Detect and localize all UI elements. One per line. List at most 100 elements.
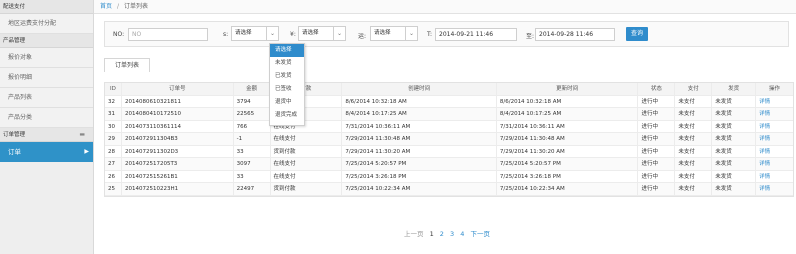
cell-order-no: 2014073110361114 (122, 120, 234, 132)
dropdown-option[interactable]: 请选择 (270, 44, 304, 57)
sidebar-item-label: 订单 (8, 148, 21, 156)
column-header[interactable]: 发货 (712, 83, 757, 95)
sidebar-item-quote-target[interactable]: 报价对象 (0, 48, 93, 68)
detail-link[interactable]: 详情 (756, 121, 793, 133)
tab-order-list[interactable]: 订单列表 (104, 58, 150, 72)
order-no-input[interactable]: NO (128, 28, 208, 41)
sidebar-section-orders[interactable]: 订单管理 ▬ (0, 128, 93, 142)
cell-created-time: 8/4/2014 10:17:25 AM (342, 108, 497, 120)
cell-amount: 33 (234, 170, 271, 182)
status-select[interactable]: 请选择 ⌄ (370, 26, 418, 41)
cell-created-time: 8/6/2014 10:32:18 AM (342, 95, 497, 107)
cell-updated-time: 8/6/2014 10:32:18 AM (497, 95, 639, 107)
cell-payment: 未支付 (675, 145, 713, 157)
breadcrumb-home-link[interactable]: 首页 (100, 3, 112, 10)
prev-page-button[interactable]: 上一页 (404, 230, 424, 238)
cell-amount: 766 (234, 120, 271, 132)
column-header[interactable]: 支付 (675, 83, 713, 95)
dropdown-option[interactable]: 已签收 (270, 83, 304, 96)
cell-order-no: 2014072517205T3 (122, 158, 234, 170)
column-header[interactable]: 创建时间 (342, 83, 497, 95)
table-row[interactable]: 3220140806103218113794在线支付8/6/2014 10:32… (105, 95, 793, 108)
table-row[interactable]: 30 2014073110361114 766 在线支付 7/31/2014 10:36… (105, 120, 793, 133)
dropdown-option[interactable]: 退货中 (270, 96, 304, 109)
table-row[interactable]: 29 2014072911304B3 -1 在线支付 7/29/2014 11:30:4… (105, 133, 793, 146)
cell-status: 进行中 (638, 158, 676, 170)
cell-created-time: 7/31/2014 10:36:11 AM (342, 120, 497, 132)
cell-status: 进行中 (638, 95, 676, 107)
detail-link[interactable]: 详情 (756, 108, 793, 120)
cell-id: 28 (105, 145, 122, 157)
cell-status: 进行中 (638, 133, 676, 145)
dropdown-option[interactable]: 未发货 (270, 57, 304, 70)
sidebar-section-shipping[interactable]: 配送支付 (0, 0, 93, 14)
detail-link[interactable]: 详情 (756, 146, 793, 158)
cell-shipping: 未发货 (712, 95, 757, 107)
cell-id: 27 (105, 158, 122, 170)
page-3-button[interactable]: 3 (450, 230, 454, 238)
sidebar-item-quote-detail[interactable]: 报价明细 (0, 68, 93, 88)
cell-payment-method: 货到付款 (271, 145, 343, 157)
column-header[interactable]: 金额 (234, 83, 271, 95)
page-2-button[interactable]: 2 (440, 230, 444, 238)
cell-payment-method: 货到付款 (271, 183, 343, 195)
cell-payment: 未支付 (675, 120, 713, 132)
table-header-row: ID 订单号 金额 付款 创建时间 更新时间 状态 支付 发货 操作 (105, 83, 793, 96)
section-label: 订单管理 (3, 132, 26, 138)
cell-created-time: 7/29/2014 11:30:48 AM (342, 133, 497, 145)
breadcrumb-separator: / (117, 3, 120, 10)
chevron-down-icon: ⌄ (266, 27, 278, 40)
cell-created-time: 7/25/2014 5:20:57 PM (342, 158, 497, 170)
sidebar-item-product-list[interactable]: 产品列表 (0, 88, 93, 108)
cell-updated-time: 7/25/2014 10:22:34 AM (497, 183, 639, 195)
status-label: 运: (358, 33, 367, 40)
column-header[interactable]: 更新时间 (497, 83, 639, 95)
cell-amount: 33 (234, 145, 271, 157)
cell-order-no: 2014080410172510 (122, 108, 234, 120)
sidebar-item-product-category[interactable]: 产品分类 (0, 108, 93, 128)
table-row[interactable]: 31201408041017251022565货到付款8/4/2014 10:1… (105, 108, 793, 121)
cell-payment-method: 在线支付 (271, 133, 343, 145)
breadcrumb-current: 订单列表 (124, 3, 149, 10)
dropdown-option[interactable]: 退货完成 (270, 109, 304, 122)
amount-select[interactable]: 请选择 ⌄ (298, 26, 346, 41)
sidebar-item-region-shipping[interactable]: 地区运费支付分配 (0, 14, 93, 34)
column-header[interactable]: 订单号 (122, 83, 234, 95)
table-row[interactable]: 25 2014072510223H1 22497 货到付款 7/25/2014 10:2… (105, 183, 793, 196)
s-select[interactable]: 请选择 ⌄ (231, 26, 279, 41)
sidebar-section-products[interactable]: 产品管理 (0, 34, 93, 48)
cell-id: 29 (105, 133, 122, 145)
detail-link[interactable]: 详情 (756, 158, 793, 170)
detail-link[interactable]: 详情 (756, 133, 793, 145)
dropdown-option[interactable]: 已发货 (270, 70, 304, 83)
column-header[interactable]: ID (105, 83, 122, 95)
next-page-button[interactable]: 下一页 (470, 230, 490, 238)
page-1-button[interactable]: 1 (430, 230, 434, 238)
cell-order-no: 2014080610321811 (122, 95, 234, 107)
table-row[interactable]: 28 2014072911302D3 33 货到付款 7/29/2014 11:30:2… (105, 145, 793, 158)
detail-link[interactable]: 详情 (756, 171, 793, 183)
cell-amount: 22497 (234, 183, 271, 195)
detail-link[interactable]: 详情 (756, 183, 793, 195)
column-header[interactable]: 状态 (638, 83, 676, 95)
section-label: 配送支付 (3, 4, 26, 10)
table-row[interactable]: 27 2014072517205T3 3097 在线支付 7/25/2014 5:20:… (105, 158, 793, 171)
cell-status: 进行中 (638, 120, 676, 132)
cell-updated-time: 7/31/2014 10:36:11 AM (497, 120, 639, 132)
table-row[interactable]: 26 2014072515261B1 33 在线支付 7/25/2014 3:26:18… (105, 170, 793, 183)
cell-status: 进行中 (638, 170, 676, 182)
cell-id: 31 (105, 108, 122, 120)
cell-created-time: 7/25/2014 3:26:18 PM (342, 170, 497, 182)
cell-payment: 未支付 (675, 133, 713, 145)
search-button[interactable]: 查询 (626, 27, 648, 41)
cell-payment-method: 在线支付 (271, 158, 343, 170)
page-4-button[interactable]: 4 (460, 230, 464, 238)
cell-payment: 未支付 (675, 170, 713, 182)
time-to-input[interactable]: 2014-09-28 11:46 (535, 28, 615, 41)
detail-link[interactable]: 详情 (756, 96, 793, 108)
column-header[interactable]: 操作 (756, 83, 793, 95)
cell-created-time: 7/25/2014 10:22:34 AM (342, 183, 497, 195)
sidebar-item-orders[interactable]: 订单 ▶ (0, 142, 93, 162)
time-from-input[interactable]: 2014-09-21 11:46 (435, 28, 517, 41)
chevron-right-icon: ▶ (84, 148, 89, 155)
